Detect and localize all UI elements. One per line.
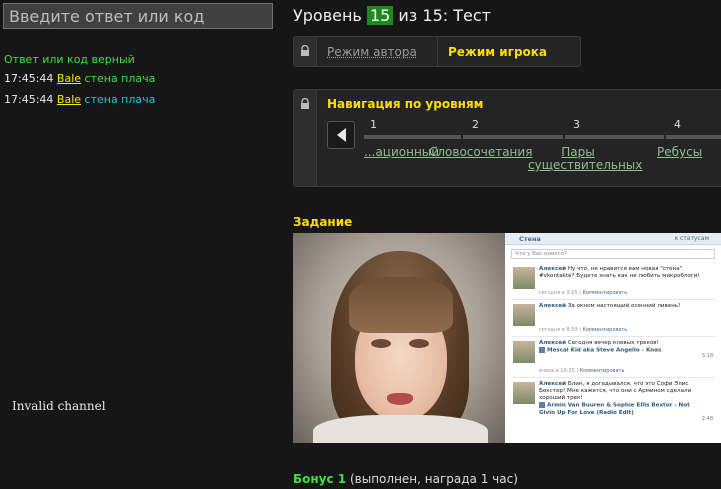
- log-entry: 17:45:44 Bale стена плача: [4, 72, 155, 85]
- nav-level-link[interactable]: Пары существительных: [528, 146, 642, 172]
- log-entry: 17:45:44 Bale стена плача: [4, 93, 155, 106]
- nav-level-link[interactable]: ...ационный: [364, 146, 439, 159]
- wall-header: Стена к статусам: [505, 233, 721, 245]
- wall-post: Алексей Ну что, не нравится вам новая "с…: [511, 263, 715, 300]
- post-text: Алексей За окном настоящий осенний ливен…: [539, 303, 707, 310]
- post-author: Алексей: [539, 381, 567, 387]
- crying-girl-photo: [293, 233, 505, 443]
- photo-eye: [409, 339, 429, 348]
- bonus-line: Бонус 1 (выполнен, награда 1 час): [293, 472, 518, 486]
- lock-strip: [294, 37, 317, 66]
- photo-bangs: [349, 277, 453, 333]
- post-action: Комментировать: [582, 327, 628, 333]
- answer-input[interactable]: [3, 3, 273, 29]
- photo-eye: [371, 339, 391, 348]
- wall-post: Алексей Сегодня вечер клевых треков! Mesc…: [511, 337, 715, 378]
- level-navigation-panel: Навигация по уровням 1 2 3 4 ...ационный…: [293, 89, 721, 187]
- nav-segment: [364, 135, 461, 139]
- tab-player-mode[interactable]: Режим игрока: [448, 45, 547, 59]
- post-author: Алексей: [539, 303, 567, 309]
- wall-post: Алексей Блин, я догадывался, что это Соф…: [511, 378, 715, 428]
- nav-level-link[interactable]: Ребусы: [657, 146, 702, 159]
- post-author: Алексей: [539, 266, 567, 272]
- nav-level-number: 4: [674, 118, 681, 131]
- task-image: Стена к статусам Что у Вас нового? Алекс…: [293, 233, 721, 443]
- avatar: [513, 304, 535, 326]
- log-text: стена плача: [84, 93, 156, 106]
- post-author: Алексей: [539, 340, 567, 346]
- log-user-link[interactable]: Bale: [57, 93, 81, 106]
- post-text: Алексей Сегодня вечер клевых треков! Mesc…: [539, 340, 707, 355]
- post-time: вчера в 19:35: [539, 368, 575, 374]
- nav-segment: [463, 135, 563, 139]
- nav-prev-button[interactable]: [327, 121, 355, 149]
- post-text: Алексей Ну что, не нравится вам новая "с…: [539, 266, 707, 280]
- photo-mouth: [387, 393, 413, 405]
- task-title: Задание: [293, 215, 353, 229]
- answer-status: Ответ или код верный: [4, 53, 135, 66]
- log-user-link[interactable]: Bale: [57, 72, 81, 85]
- post-body: За окном настоящий осенний ливень!: [567, 303, 681, 309]
- navigation-title: Навигация по уровням: [327, 97, 484, 111]
- nav-track: [364, 135, 721, 139]
- post-meta: вчера в 19:35 | Комментировать: [539, 368, 625, 374]
- wall-post: Алексей За окном настоящий осенний ливен…: [511, 300, 715, 337]
- play-icon: [539, 402, 545, 408]
- bonus-status: (выполнен, награда 1 час): [349, 472, 518, 486]
- post-audio: Armin Van Buuren & Sophie Ellis Bextor -…: [539, 402, 690, 416]
- post-action: Комментировать: [582, 290, 628, 296]
- audio-duration: 2:48: [701, 416, 713, 422]
- wall-input: Что у Вас нового?: [511, 249, 715, 259]
- nav-level-link[interactable]: Словосочетания: [429, 146, 532, 159]
- avatar: [513, 341, 535, 363]
- nav-level-number: 3: [573, 118, 580, 131]
- post-action: Комментировать: [579, 368, 625, 374]
- wall-header-link: к статусам: [674, 235, 709, 242]
- post-meta: сегодня в 9:15 | Комментировать: [539, 290, 628, 296]
- level-suffix: из 15: Тест: [398, 6, 491, 25]
- post-text: Алексей Блин, я догадывался, что это Соф…: [539, 381, 707, 417]
- photo-shirt: [313, 415, 488, 443]
- avatar: [513, 382, 535, 404]
- tab-divider: [437, 37, 438, 66]
- nav-segment: [666, 135, 721, 139]
- vk-wall-screenshot: Стена к статусам Что у Вас нового? Алекс…: [505, 233, 721, 443]
- audio-duration: 3:18: [701, 353, 713, 359]
- post-time: сегодня в 9:15: [539, 290, 578, 296]
- lock-icon: [301, 45, 309, 56]
- log-text: стена плача: [84, 72, 156, 85]
- play-icon: [539, 347, 545, 353]
- nav-level-number: 2: [472, 118, 479, 131]
- arrow-left-icon: [337, 128, 346, 142]
- channel-message: Invalid channel: [12, 399, 106, 413]
- lock-icon: [301, 98, 309, 109]
- level-number: 15: [366, 6, 394, 25]
- nav-segment: [565, 135, 664, 139]
- log-time: 17:45:44: [4, 72, 54, 85]
- post-body: Сегодня вечер клевых треков!: [567, 340, 659, 346]
- post-audio: Mescal Kid aka Steve Angello - Knas: [547, 347, 662, 354]
- level-prefix: Уровень: [293, 6, 362, 25]
- nav-level-number: 1: [370, 118, 377, 131]
- mode-panel: Режим автора Режим игрока: [293, 36, 581, 67]
- wall-title: Стена: [519, 235, 541, 243]
- post-meta: сегодня в 8:59 | Комментировать: [539, 327, 628, 333]
- level-title: Уровень 15 из 15: Тест: [293, 6, 491, 25]
- log-time: 17:45:44: [4, 93, 54, 106]
- avatar: [513, 267, 535, 289]
- bonus-label: Бонус 1: [293, 472, 347, 486]
- tab-author-mode[interactable]: Режим автора: [327, 45, 417, 59]
- lock-strip: [294, 90, 317, 186]
- post-time: сегодня в 8:59: [539, 327, 578, 333]
